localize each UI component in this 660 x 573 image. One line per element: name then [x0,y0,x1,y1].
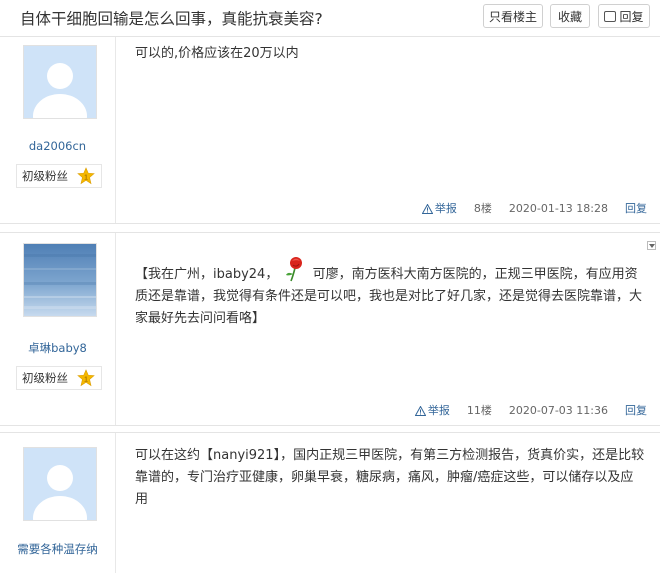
username[interactable]: 需要各种温存纳 [0,541,115,557]
post-author-panel: 需要各种温存纳 [0,433,116,573]
post-reply-link[interactable]: 回复 [625,202,647,215]
post-author-panel: 卓琳baby8 初级粉丝 1 [0,233,116,425]
default-avatar-icon [24,46,96,118]
rose-icon [286,257,303,282]
star-level-icon: 1 [77,369,95,387]
report-link[interactable]: 举报 [421,202,457,215]
post-content: 可以在这约【nanyi921】，国内正规三甲医院，有第三方检测报告，货真价实，还… [135,448,645,507]
avatar[interactable] [23,45,97,119]
reply-icon [604,11,617,22]
floor-number: 8楼 [473,202,492,215]
svg-text:1: 1 [84,375,88,384]
reply-button[interactable]: 回复 [598,4,650,28]
default-avatar-icon [24,448,96,520]
warning-icon [421,204,433,214]
rank-label: 初级粉丝 [22,169,68,183]
blue-texture-avatar-icon [24,244,96,316]
avatar[interactable] [23,243,97,317]
username[interactable]: 卓琳baby8 [0,340,115,356]
post-options-dropdown[interactable] [647,241,656,250]
post-meta: 举报 11楼 2020-07-03 11:36 回复 [414,402,647,418]
username[interactable]: da2006cn [0,139,115,153]
post-time: 2020-07-03 11:36 [508,404,608,417]
favorite-button[interactable]: 收藏 [550,4,590,28]
reply-button-label: 回复 [619,10,644,24]
thread-title: 自体干细胞回输是怎么回事，真能抗衰美容? [20,10,323,28]
only-op-button[interactable]: 只看楼主 [483,4,543,28]
rank-badge: 初级粉丝 1 [16,164,102,188]
floor-number: 11楼 [466,404,492,417]
report-link[interactable]: 举报 [414,404,450,417]
post-time: 2020-01-13 18:28 [508,202,608,215]
rank-badge: 初级粉丝 1 [16,366,102,390]
star-level-icon: 1 [77,167,95,185]
post-author-panel: da2006cn 初级粉丝 1 [0,37,116,223]
post-content: 可以的,价格应该在20万以内 [135,46,299,61]
post-reply-link[interactable]: 回复 [625,404,647,417]
avatar[interactable] [23,447,97,521]
svg-text:1: 1 [84,173,88,182]
thread-header: 自体干细胞回输是怎么回事，真能抗衰美容? 只看楼主 收藏 回复 [0,0,660,37]
post-meta: 举报 8楼 2020-01-13 18:28 回复 [421,200,647,216]
post-floor-8: da2006cn 初级粉丝 1 可以的,价格应该在20万以内 举报 8楼 202… [0,37,660,224]
warning-icon [414,406,426,416]
post-content-text-1: 【我在广州，ibaby24， [135,267,279,282]
post-content: 【我在广州，ibaby24， 可廖，南方医科大南方医院的，正规三甲医院，有应用资… [135,256,645,330]
post-floor-11: 卓琳baby8 初级粉丝 1 【我在广州，ibaby24， 可廖，南方医科大南方… [0,232,660,426]
rank-label: 初级粉丝 [22,371,68,385]
post-floor-next: 需要各种温存纳 可以在这约【nanyi921】，国内正规三甲医院，有第三方检测报… [0,432,660,573]
